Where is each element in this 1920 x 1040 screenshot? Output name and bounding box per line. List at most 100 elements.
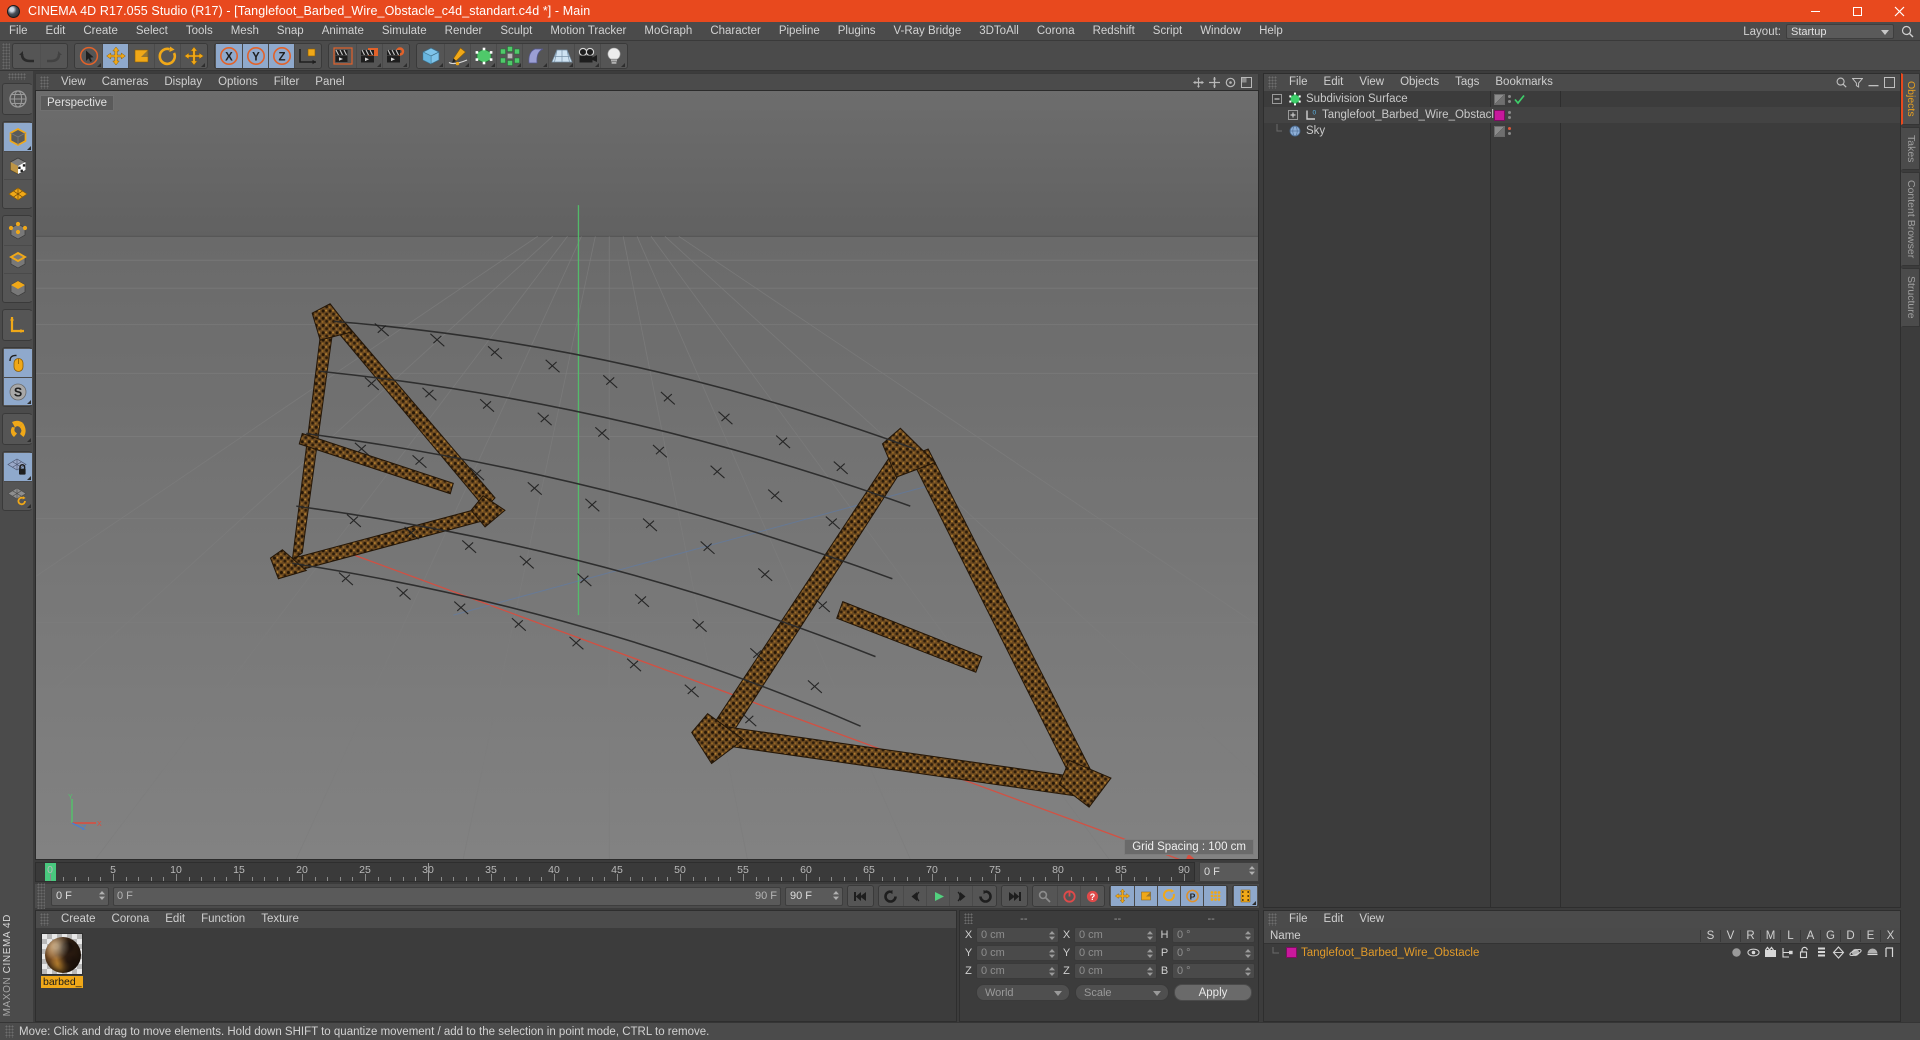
menu-vray-bridge[interactable]: V-Ray Bridge — [884, 22, 970, 41]
axis-y-toggle[interactable]: Y — [242, 43, 268, 68]
coordinates-grip[interactable] — [964, 913, 973, 924]
object-tree[interactable]: Subdivision Surface 0 Tanglefoot_Barbed_… — [1264, 91, 1900, 907]
scale-tool[interactable] — [128, 43, 154, 68]
menu-create[interactable]: Create — [74, 22, 127, 41]
clapper-icon[interactable] — [1764, 946, 1777, 959]
key-position-button[interactable] — [1111, 886, 1134, 906]
coord-system-dropdown[interactable]: World — [976, 984, 1070, 1001]
add-generator-button[interactable] — [470, 43, 496, 68]
column-d[interactable]: D — [1840, 929, 1860, 942]
structure-menu-file[interactable]: File — [1281, 911, 1316, 928]
snap-magnet-button[interactable] — [3, 415, 32, 443]
object-menu-grip[interactable] — [1268, 76, 1277, 89]
menu-sculpt[interactable]: Sculpt — [491, 22, 541, 41]
object-row-tanglefoot-barbed-wire-obstacle[interactable]: 0 Tanglefoot_Barbed_Wire_Obstacle — [1264, 107, 1900, 123]
timeline-frame-field[interactable]: 0 F — [1199, 862, 1259, 882]
expander-minus-icon[interactable] — [1270, 92, 1284, 106]
menu-redshift[interactable]: Redshift — [1084, 22, 1144, 41]
filter-icon[interactable] — [1852, 77, 1863, 88]
coord-apply-button[interactable]: Apply — [1174, 984, 1252, 1001]
render-to-picture-viewer-button[interactable] — [356, 43, 382, 68]
move-view-icon[interactable] — [1193, 76, 1204, 88]
status-grip[interactable] — [5, 1025, 14, 1038]
viewport-menu-view[interactable]: View — [53, 74, 94, 91]
menu-3dtoall[interactable]: 3DToAll — [970, 22, 1028, 41]
structure-menu-view[interactable]: View — [1351, 911, 1392, 928]
edges-mode-button[interactable] — [3, 245, 32, 273]
eye-icon[interactable] — [1747, 946, 1760, 959]
render-settings-button[interactable] — [382, 43, 408, 68]
close-button[interactable] — [1878, 0, 1920, 22]
coord-field-pos-z[interactable]: 0 cm — [976, 963, 1059, 979]
add-mograph-button[interactable] — [496, 43, 522, 68]
spinner-icon[interactable] — [1049, 967, 1055, 976]
scale-view-icon[interactable] — [1209, 76, 1220, 88]
material-item[interactable]: barbed_ — [41, 933, 83, 988]
column-x[interactable]: X — [1880, 929, 1900, 942]
material-menu-grip[interactable] — [40, 913, 49, 926]
magenta-material-tag[interactable] — [1494, 109, 1505, 121]
keyframe-selection-button[interactable]: ? — [1080, 886, 1103, 906]
menu-animate[interactable]: Animate — [313, 22, 373, 41]
menu-mesh[interactable]: Mesh — [222, 22, 268, 41]
material-menu-corona[interactable]: Corona — [104, 911, 158, 928]
spinner-icon[interactable] — [1245, 949, 1251, 958]
minimize-panel-icon[interactable] — [1868, 77, 1879, 88]
add-cube-button[interactable] — [418, 43, 444, 68]
maximize-button[interactable] — [1836, 0, 1878, 22]
viewport-menu-cameras[interactable]: Cameras — [94, 74, 157, 91]
rotate-view-icon[interactable] — [1225, 77, 1236, 88]
menu-script[interactable]: Script — [1144, 22, 1191, 41]
tab-objects[interactable]: Objects — [1901, 73, 1920, 125]
unlock-icon[interactable] — [1798, 946, 1811, 959]
spinner-icon[interactable] — [99, 890, 105, 900]
material-menu-function[interactable]: Function — [193, 911, 253, 928]
column-s[interactable]: S — [1700, 929, 1720, 942]
coord-mode-dropdown[interactable]: Scale — [1075, 984, 1169, 1001]
timeline-ruler[interactable]: 051015202530354045505560657075808590 — [35, 862, 1195, 882]
column-v[interactable]: V — [1720, 929, 1740, 942]
viewport-menu-filter[interactable]: Filter — [266, 74, 308, 91]
structure-menu-grip[interactable] — [1268, 913, 1277, 926]
hierarchy-icon[interactable] — [1781, 946, 1794, 959]
make-editable-button[interactable] — [3, 85, 32, 113]
spinner-icon[interactable] — [1245, 967, 1251, 976]
dome-icon[interactable] — [1866, 946, 1879, 959]
key-parameter-button[interactable]: P — [1180, 886, 1203, 906]
octahedron-icon[interactable] — [1832, 946, 1845, 959]
step-forward-button[interactable] — [949, 886, 972, 906]
lock-workplane-button[interactable] — [3, 453, 32, 481]
column-l[interactable]: L — [1780, 929, 1800, 942]
menu-snap[interactable]: Snap — [268, 22, 313, 41]
go-to-start-button[interactable] — [849, 886, 872, 906]
axis-z-toggle[interactable]: Z — [268, 43, 294, 68]
spinner-icon[interactable] — [1147, 967, 1153, 976]
tab-content-browser[interactable]: Content Browser — [1901, 172, 1920, 267]
material-thumbnail[interactable] — [41, 933, 83, 975]
spinner-icon[interactable] — [1049, 949, 1055, 958]
checker-tag[interactable] — [1494, 93, 1505, 105]
coord-field-size-y[interactable]: 0 cm — [1074, 945, 1157, 961]
step-back-button[interactable] — [903, 886, 926, 906]
animbar-grip[interactable] — [37, 883, 45, 909]
visibility-dots[interactable] — [1508, 95, 1511, 103]
material-list[interactable]: barbed_ — [36, 928, 956, 1021]
autokeying-button[interactable] — [1057, 886, 1080, 906]
key-point-level-button[interactable] — [1203, 886, 1226, 906]
viewport-menu-grip[interactable] — [40, 75, 49, 89]
key-scale-button[interactable] — [1134, 886, 1157, 906]
timeline-filmstrip-button[interactable] — [1234, 886, 1257, 906]
coord-field-size-x[interactable]: 0 cm — [1074, 927, 1157, 943]
end-frame-field[interactable]: 90 F — [785, 886, 843, 906]
menu-tools[interactable]: Tools — [177, 22, 222, 41]
sphere-dot-icon[interactable] — [1730, 946, 1743, 959]
marker-icon[interactable] — [1883, 946, 1896, 959]
spinner-icon[interactable] — [833, 890, 839, 900]
spinner-icon[interactable] — [1147, 931, 1153, 940]
menu-help[interactable]: Help — [1250, 22, 1292, 41]
coord-field-size-z[interactable]: 0 cm — [1074, 963, 1157, 979]
current-frame-field[interactable]: 0 F — [51, 886, 109, 906]
axis-x-toggle[interactable]: X — [216, 43, 242, 68]
live-selection-tool[interactable] — [76, 43, 102, 68]
structure-menu-edit[interactable]: Edit — [1316, 911, 1352, 928]
